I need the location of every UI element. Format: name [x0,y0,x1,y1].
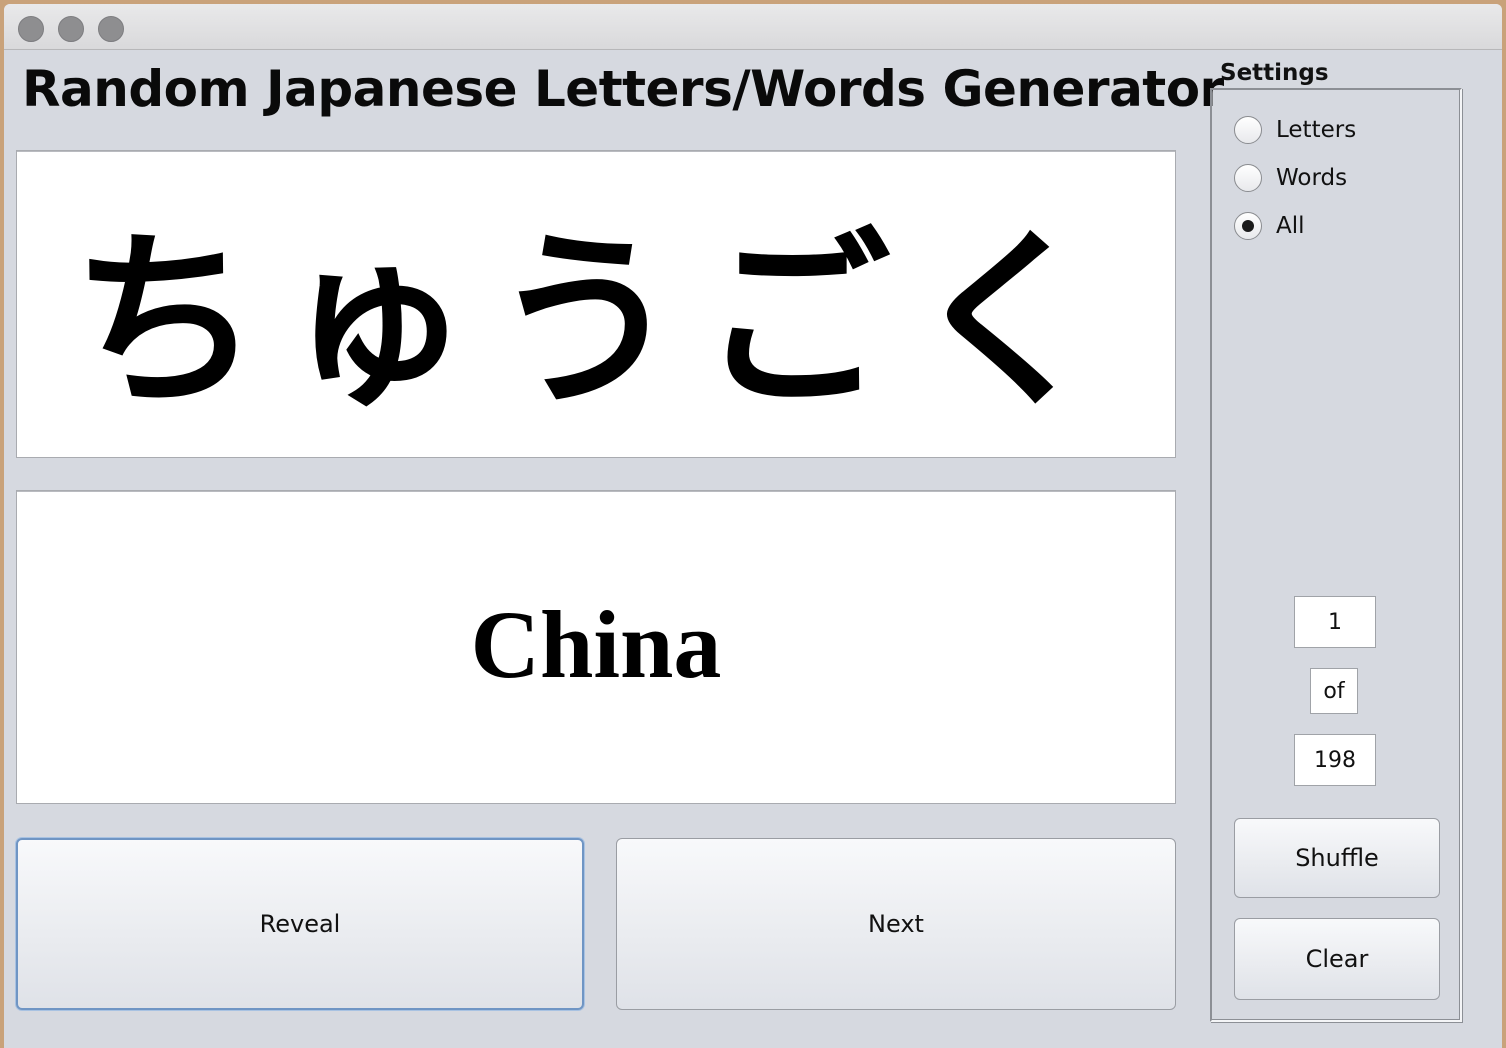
close-window-button[interactable] [18,16,44,42]
shuffle-button[interactable]: Shuffle [1234,818,1440,898]
radio-letters[interactable]: Letters [1234,112,1356,148]
clear-button[interactable]: Clear [1234,918,1440,1000]
meaning-display-panel: China [16,490,1176,804]
current-index-field[interactable]: 1 [1294,596,1376,648]
settings-label: Settings [1220,60,1329,86]
reveal-button[interactable]: Reveal [16,838,584,1010]
radio-words[interactable]: Words [1234,160,1347,196]
radio-words-label: Words [1276,165,1348,191]
minimize-window-button[interactable] [58,16,84,42]
kana-text: ちゅうごく [70,210,1121,432]
radio-all-circle[interactable] [1234,212,1262,240]
page-title: Random Japanese Letters/Words Generator [22,60,1224,118]
next-button[interactable]: Next [616,838,1176,1010]
radio-words-circle[interactable] [1234,164,1262,192]
of-label: of [1310,668,1358,714]
radio-letters-circle[interactable] [1234,116,1262,144]
radio-all-label: All [1276,213,1305,239]
meaning-text: China [470,590,722,698]
radio-all[interactable]: All [1234,208,1305,244]
kana-display-panel: ちゅうごく [16,150,1176,458]
title-bar [4,4,1502,50]
zoom-window-button[interactable] [98,16,124,42]
radio-letters-label: Letters [1276,117,1357,143]
total-count-field: 198 [1294,734,1376,786]
